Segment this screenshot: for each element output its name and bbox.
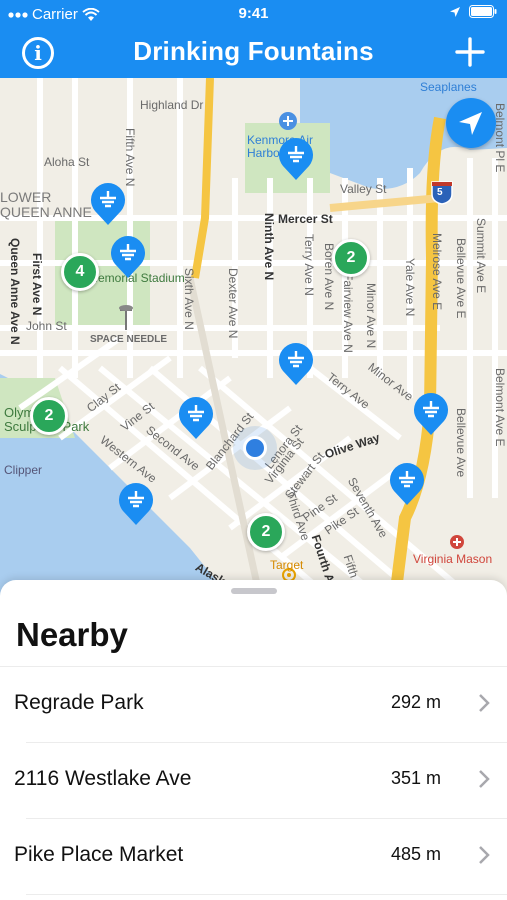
map-label-bellevue-e: Bellevue Ave E bbox=[454, 238, 468, 319]
map-label-space-needle: SPACE NEEDLE bbox=[90, 334, 168, 345]
fountain-distance: 485 m bbox=[390, 844, 441, 864]
status-right bbox=[449, 5, 497, 18]
fountain-pin-icon[interactable] bbox=[109, 233, 147, 279]
map-label-yale: Yale Ave N bbox=[403, 258, 417, 317]
row-divider bbox=[26, 894, 507, 895]
fountain-pin-icon[interactable] bbox=[89, 180, 127, 226]
map-label-sixth-ave: Sixth Ave N bbox=[182, 268, 196, 330]
battery-icon bbox=[469, 5, 497, 18]
chevron-right-icon bbox=[479, 846, 490, 864]
seaplane-icon bbox=[279, 112, 297, 130]
map-label-dexter: Dexter Ave N bbox=[226, 268, 240, 339]
locate-me-button[interactable] bbox=[446, 98, 496, 148]
plus-icon bbox=[455, 37, 485, 67]
map-label-bellevue-ave: Bellevue Ave bbox=[454, 408, 468, 478]
map-label-highland: Highland Dr bbox=[140, 98, 204, 112]
fountain-pin-icon[interactable] bbox=[177, 394, 215, 440]
status-bar: Carrier 9:41 bbox=[0, 0, 507, 28]
fountain-pin-icon[interactable] bbox=[388, 460, 426, 506]
map-label-virginia-mason: Virginia Mason bbox=[413, 552, 493, 566]
map-label-belmont-ave: Belmont Ave E bbox=[493, 368, 507, 447]
list-item[interactable]: Regrade Park 292 m bbox=[0, 666, 507, 742]
fountain-pin-icon[interactable] bbox=[277, 340, 315, 386]
fountain-name: Regrade Park bbox=[14, 691, 144, 714]
map-label-minor-n: Minor Ave N bbox=[364, 283, 378, 349]
map-label-clipper: Clipper bbox=[4, 463, 43, 477]
map-label-highway-5: 5 bbox=[437, 187, 443, 198]
map-label-valley: Valley St bbox=[340, 182, 387, 196]
fountain-pin-icon[interactable] bbox=[277, 135, 315, 181]
map-label-summit: Summit Ave E bbox=[474, 218, 488, 294]
map-label-ninth: Ninth Ave N bbox=[262, 213, 276, 281]
map-label-melrose: Melrose Ave E bbox=[430, 233, 444, 311]
page-title: Drinking Fountains bbox=[133, 36, 374, 66]
map-label-john: John St bbox=[26, 319, 67, 333]
fountain-distance: 351 m bbox=[390, 768, 441, 788]
chevron-right-icon bbox=[479, 694, 490, 712]
map-label-terry-n: Terry Ave N bbox=[302, 234, 316, 296]
list-item[interactable]: Pike Place Market 485 m bbox=[0, 818, 507, 894]
map-label-first-ave: First Ave N bbox=[30, 253, 44, 316]
fountain-pin-icon[interactable] bbox=[412, 390, 450, 436]
list-item[interactable]: 2116 Westlake Ave 351 m bbox=[0, 742, 507, 818]
fountain-name: 2116 Westlake Ave bbox=[14, 767, 192, 790]
map-label-seaplanes: Seaplanes bbox=[420, 80, 477, 94]
add-button[interactable] bbox=[455, 32, 485, 72]
hospital-icon bbox=[450, 535, 464, 549]
sheet-grabber-handle[interactable] bbox=[231, 588, 277, 594]
fountain-cluster[interactable]: 2 bbox=[30, 397, 68, 435]
fountain-cluster[interactable]: 2 bbox=[332, 239, 370, 277]
map-label-aloha: Aloha St bbox=[44, 155, 90, 169]
location-arrow-icon bbox=[459, 112, 482, 135]
app-header: Carrier 9:41 i Drinking Fountains bbox=[0, 0, 507, 78]
map-view[interactable]: Highland Dr Aloha St LOWER QUEEN ANNE Me… bbox=[0, 78, 507, 598]
fountain-distance: 292 m bbox=[390, 692, 441, 712]
map-label-queen-anne-ave: Queen Anne Ave N bbox=[8, 238, 22, 345]
location-services-icon bbox=[450, 6, 460, 17]
map-label-target: Target bbox=[270, 558, 304, 572]
chevron-right-icon bbox=[479, 770, 490, 788]
navigation-bar: i Drinking Fountains bbox=[0, 28, 507, 78]
fountain-pin-icon[interactable] bbox=[117, 480, 155, 526]
map-label-fairview: Fairview Ave N bbox=[341, 273, 355, 353]
nearby-title: Nearby bbox=[16, 616, 128, 653]
map-label-fifth-ave-n: Fifth Ave N bbox=[123, 128, 137, 187]
fountain-name: Pike Place Market bbox=[14, 843, 184, 866]
map-label-lower-queen-anne: LOWER QUEEN ANNE bbox=[0, 189, 92, 220]
fountain-cluster[interactable]: 2 bbox=[247, 513, 285, 551]
map-label-mercer: Mercer St bbox=[278, 212, 333, 226]
user-location-dot bbox=[243, 436, 267, 460]
nearby-sheet[interactable]: Nearby Regrade Park 292 m 2116 Westlake … bbox=[0, 580, 507, 900]
fountain-cluster[interactable]: 4 bbox=[61, 253, 99, 291]
status-time: 9:41 bbox=[238, 5, 269, 22]
